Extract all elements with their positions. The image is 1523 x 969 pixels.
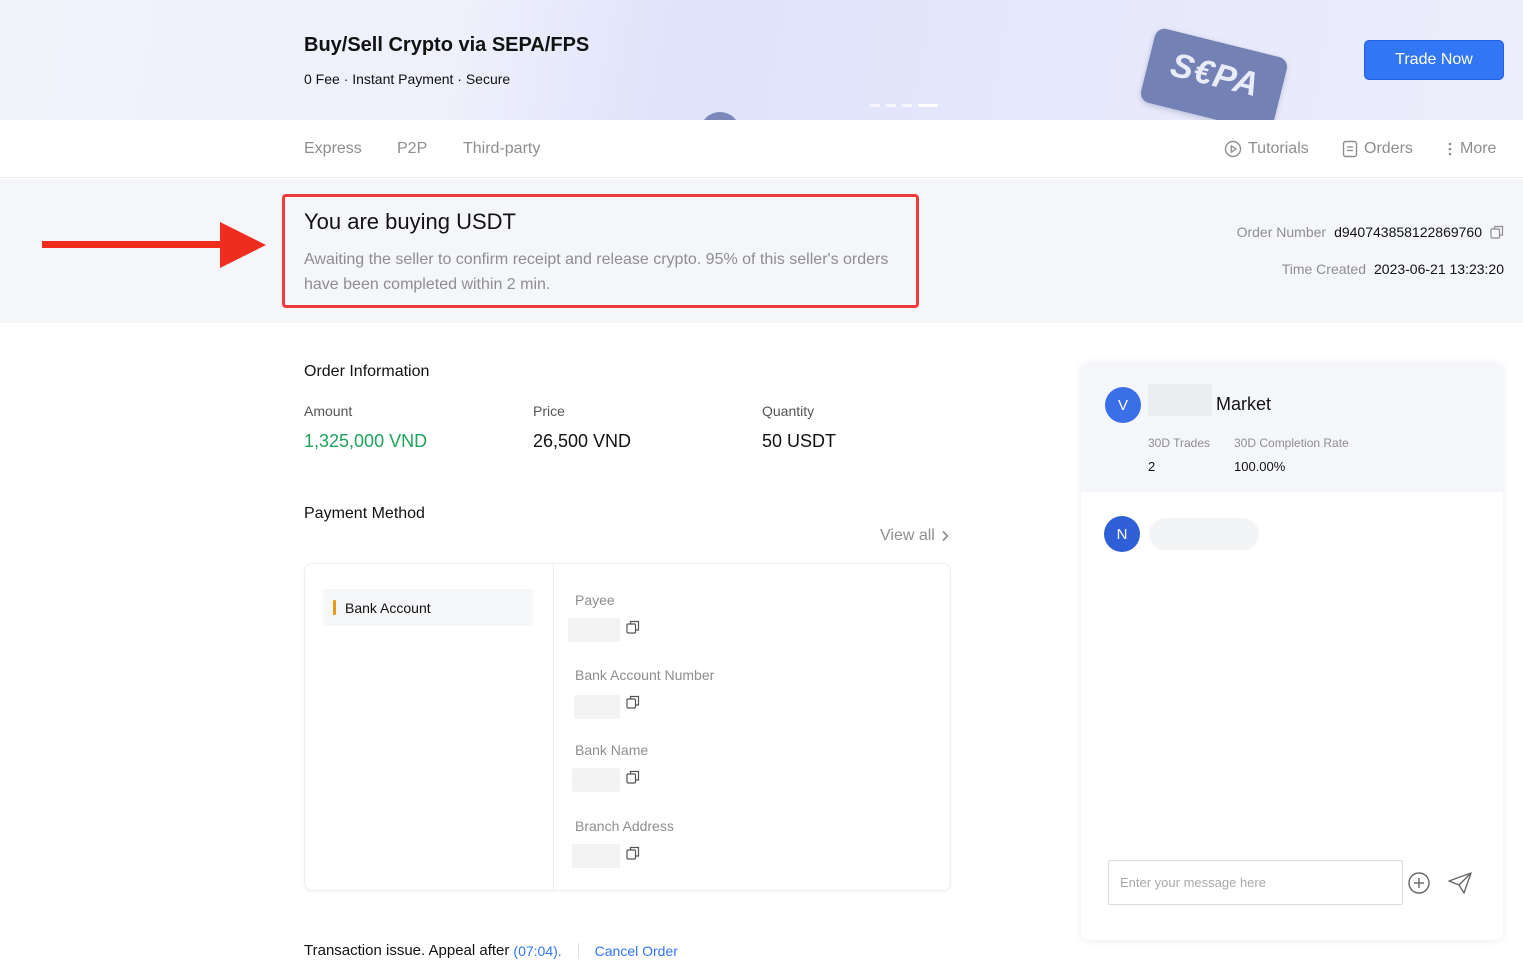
p2p-order-page: Buy/Sell Crypto via SEPA/FPS 0 Fee · Ins… — [0, 0, 1523, 969]
document-icon — [1342, 140, 1358, 158]
chat-message-input[interactable] — [1108, 860, 1403, 905]
trades-value: 2 — [1148, 459, 1156, 474]
bank-name-label: Bank Name — [575, 742, 649, 758]
add-attachment-icon[interactable] — [1407, 871, 1431, 895]
bank-account-number-redacted — [574, 695, 620, 719]
merchant-avatar[interactable]: V — [1105, 387, 1141, 423]
amount-value: 1,325,000 VND — [304, 431, 428, 451]
bank-name-redacted — [572, 768, 620, 792]
red-arrow-annotation — [42, 222, 266, 268]
merchant-header: V Market 30D Trades 2 30D Completion Rat… — [1081, 362, 1503, 492]
completion-rate-label: 30D Completion Rate — [1234, 436, 1349, 450]
active-indicator — [333, 600, 336, 615]
order-number-value: d940743858122869760 — [1334, 224, 1482, 240]
sepa-badge-text: S€PA — [1166, 45, 1264, 105]
quantity-value: 50 USDT — [762, 431, 837, 451]
time-created-label: Time Created — [1281, 261, 1366, 277]
merchant-name[interactable]: Market — [1216, 394, 1271, 415]
appeal-bar: Transaction issue. Appeal after (07:04).… — [304, 942, 678, 959]
more-label: More — [1460, 140, 1497, 157]
tab-third-party[interactable]: Third-party — [463, 140, 540, 158]
chevron-right-icon — [942, 530, 949, 542]
send-icon[interactable] — [1447, 871, 1473, 895]
promo-banner[interactable]: Buy/Sell Crypto via SEPA/FPS 0 Fee · Ins… — [0, 0, 1523, 120]
banner-subtitle: 0 Fee · Instant Payment · Secure — [304, 71, 511, 87]
tab-express[interactable]: Express — [304, 140, 362, 158]
view-all-label: View all — [880, 527, 935, 544]
completion-rate-value: 100.00% — [1234, 459, 1286, 474]
appeal-text: Transaction issue. Appeal after — [304, 942, 510, 959]
trade-now-button[interactable]: Trade Now — [1364, 40, 1504, 80]
play-circle-icon — [1224, 140, 1242, 158]
carousel-dot-active[interactable] — [918, 104, 938, 107]
branch-address-redacted — [572, 844, 620, 868]
tutorials-link[interactable]: Tutorials — [1224, 140, 1309, 158]
carousel-dot[interactable] — [886, 104, 896, 107]
chat-message-redacted — [1149, 518, 1259, 550]
user-avatar: N — [1104, 516, 1140, 552]
payment-method-title: Payment Method — [304, 505, 425, 522]
orders-label: Orders — [1364, 140, 1413, 157]
more-menu[interactable]: More — [1446, 140, 1496, 158]
payment-method-tab-label: Bank Account — [345, 599, 431, 616]
divider — [577, 942, 579, 959]
trades-label: 30D Trades — [1148, 436, 1211, 450]
top-nav: Express P2P Third-party Tutorials Orders — [0, 120, 1523, 178]
bank-account-number-label: Bank Account Number — [575, 667, 715, 683]
orders-link[interactable]: Orders — [1342, 140, 1413, 158]
appeal-countdown: (07:04). — [513, 942, 562, 959]
view-all-link[interactable]: View all — [880, 527, 949, 545]
status-title: You are buying USDT — [304, 209, 516, 234]
copy-icon[interactable] — [626, 846, 640, 860]
carousel-indicator[interactable] — [870, 104, 938, 107]
payment-panel-divider — [553, 564, 554, 890]
carousel-dot[interactable] — [902, 104, 912, 107]
order-number-row: Order Number d940743858122869760 — [1237, 224, 1504, 240]
more-vertical-icon — [1448, 142, 1452, 156]
banner-decoration — [700, 112, 740, 120]
payee-value-redacted — [568, 618, 620, 642]
payee-label: Payee — [575, 592, 615, 608]
payment-method-tab-bank-account[interactable]: Bank Account — [323, 589, 533, 626]
time-created-value: 2023-06-21 13:23:20 — [1374, 261, 1504, 277]
price-value: 26,500 VND — [533, 431, 632, 451]
time-created-row: Time Created 2023-06-21 13:23:20 — [1282, 261, 1504, 277]
quantity-label: Quantity — [762, 403, 815, 419]
copy-icon[interactable] — [626, 695, 640, 709]
tab-p2p[interactable]: P2P — [397, 140, 427, 158]
order-information-title: Order Information — [304, 363, 430, 380]
tutorials-label: Tutorials — [1248, 140, 1309, 157]
branch-address-label: Branch Address — [575, 818, 674, 834]
price-label: Price — [533, 403, 565, 419]
merchant-name-redacted — [1148, 384, 1212, 416]
chat-panel: V Market 30D Trades 2 30D Completion Rat… — [1081, 362, 1503, 940]
amount-label: Amount — [304, 403, 353, 419]
banner-title: Buy/Sell Crypto via SEPA/FPS — [304, 34, 590, 56]
copy-icon[interactable] — [626, 620, 640, 634]
order-number-label: Order Number — [1236, 224, 1327, 240]
copy-icon[interactable] — [1490, 225, 1504, 239]
sepa-badge-image: S€PA — [1138, 26, 1290, 120]
cancel-order-button[interactable]: Cancel Order — [595, 943, 678, 959]
carousel-dot[interactable] — [870, 104, 880, 107]
copy-icon[interactable] — [626, 770, 640, 784]
status-description: Awaiting the seller to confirm receipt a… — [304, 251, 889, 293]
